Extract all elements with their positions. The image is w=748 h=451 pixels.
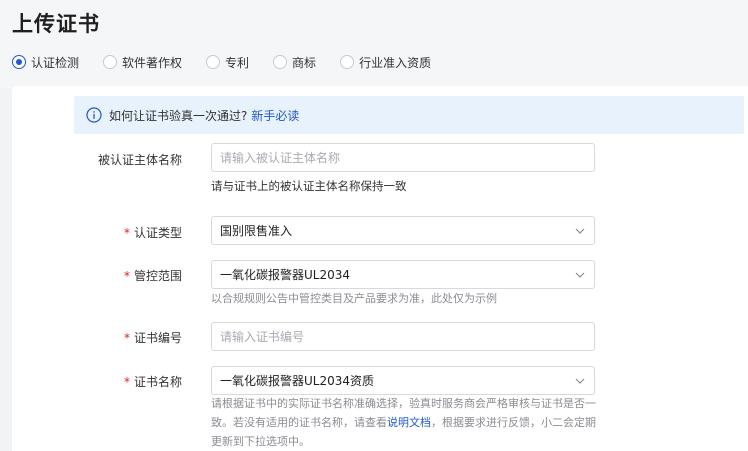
radio-option-software-copyright[interactable]: 软件著作权 (103, 54, 182, 71)
radio-checked-icon[interactable] (12, 55, 26, 69)
radio-unchecked-icon[interactable] (103, 55, 118, 69)
control-scope-value: 一氧化碳报警器UL2034 (220, 268, 351, 282)
cert-type-value: 国别限售准入 (220, 224, 293, 238)
page-title: 上传证书 (12, 12, 100, 36)
control-scope-label: * 管控范围 (123, 269, 182, 283)
cert-number-input[interactable] (220, 329, 586, 344)
radio-label: 专利 (225, 55, 250, 70)
radio-option-certification[interactable]: 认证检测 (12, 54, 79, 71)
subject-name-field[interactable] (211, 143, 595, 172)
radio-label: 商标 (292, 55, 317, 70)
info-icon (86, 107, 102, 123)
cert-number-field[interactable] (211, 322, 595, 351)
cert-name-value: 一氧化碳报警器UL2034资质 (220, 374, 375, 388)
cert-name-select[interactable]: 一氧化碳报警器UL2034资质 (211, 366, 595, 395)
subject-name-hint: 请与证书上的被认证主体名称保持一致 (211, 179, 407, 193)
radio-option-industry-qualification[interactable]: 行业准入资质 (340, 54, 431, 71)
radio-unchecked-icon[interactable] (273, 55, 288, 69)
page-header: 上传证书 认证检测 软件著作权 专利 商标 行业准入资质 (0, 0, 748, 88)
info-notice: 如何让证书验真一次通过? 新手必读 (74, 96, 744, 134)
control-scope-hint: 以合规规则公告中管控类目及产品要求为准，此处仅为示例 (211, 292, 497, 305)
cert-name-hint-line2: 致。若没有适用的证书名称，请查看说明文档，根据要求进行反馈，小二会定期 (211, 416, 596, 429)
radio-option-patent[interactable]: 专利 (206, 54, 249, 71)
radio-label: 认证检测 (31, 55, 80, 70)
radio-label: 软件著作权 (122, 55, 183, 70)
required-mark: * (123, 331, 130, 345)
cert-type-label: * 认证类型 (123, 226, 182, 240)
subject-name-label: 被认证主体名称 (97, 153, 182, 167)
control-scope-select[interactable]: 一氧化碳报警器UL2034 (211, 260, 595, 289)
radio-unchecked-icon[interactable] (340, 55, 355, 69)
required-mark: * (123, 269, 130, 283)
documentation-link[interactable]: 说明文档 (387, 416, 431, 429)
required-mark: * (123, 226, 130, 240)
chevron-down-icon[interactable] (574, 269, 586, 281)
certificate-type-radio-group: 认证检测 软件著作权 专利 商标 行业准入资质 (12, 53, 455, 71)
cert-type-select[interactable]: 国别限售准入 (211, 216, 595, 245)
required-mark: * (123, 375, 130, 389)
cert-name-hint-line3: 更新到下拉选项中。 (211, 435, 310, 448)
radio-unchecked-icon[interactable] (206, 55, 221, 69)
newbie-guide-link[interactable]: 新手必读 (251, 107, 299, 124)
chevron-down-icon[interactable] (574, 375, 586, 387)
cert-name-hint: 请根据证书中的实际证书名称准确选择，验真时服务商会严格审核与证书是否一 致。若没… (211, 394, 611, 451)
chevron-down-icon[interactable] (574, 225, 586, 237)
radio-option-trademark[interactable]: 商标 (273, 54, 316, 71)
cert-number-label: * 证书编号 (123, 331, 182, 345)
subject-name-input[interactable] (220, 150, 586, 165)
upload-form-card: 如何让证书验真一次通过? 新手必读 被认证主体名称 请与证书上的被认证主体名称保… (12, 86, 748, 451)
cert-name-label: * 证书名称 (123, 375, 182, 389)
notice-text: 如何让证书验真一次通过? (109, 108, 248, 123)
radio-label: 行业准入资质 (359, 55, 432, 70)
cert-name-hint-line1: 请根据证书中的实际证书名称准确选择，验真时服务商会严格审核与证书是否一 (211, 397, 596, 410)
